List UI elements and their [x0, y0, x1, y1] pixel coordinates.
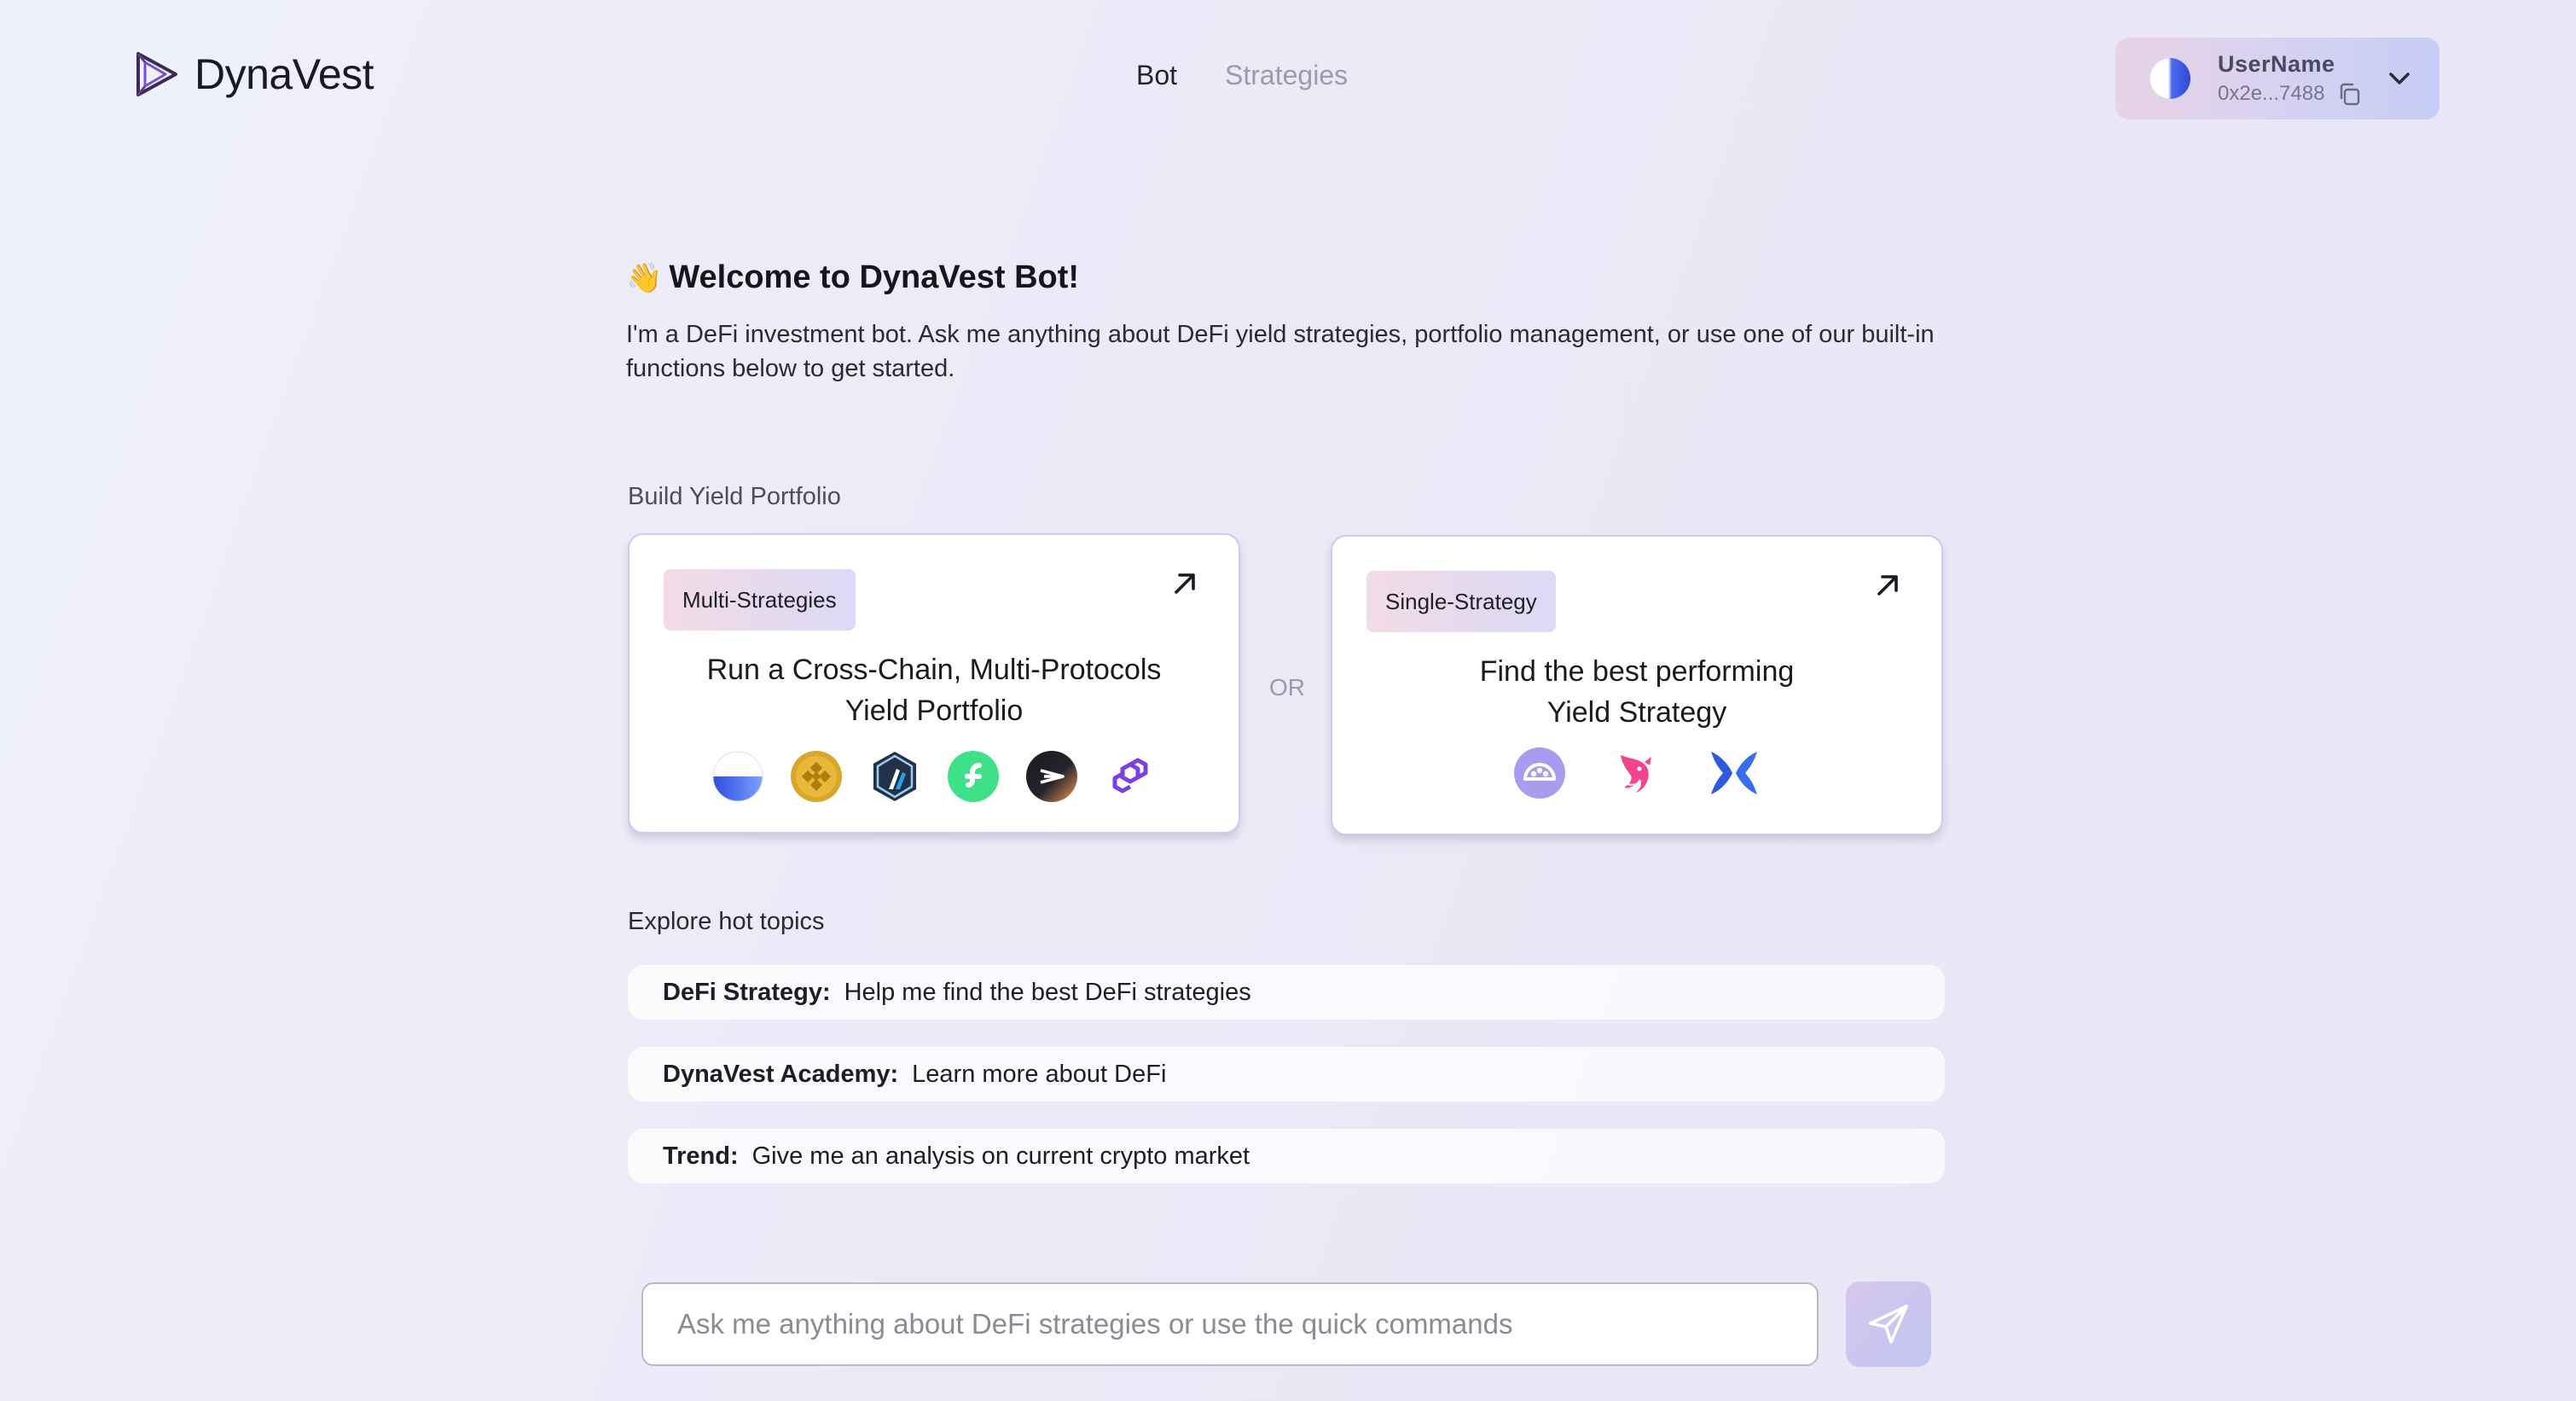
topic-text: Help me find the best DeFi strategies — [844, 978, 1251, 1006]
chat-input[interactable] — [641, 1282, 1819, 1366]
multi-strategies-title: Run a Cross-Chain, Multi-Protocols Yield… — [629, 649, 1239, 731]
arrow-up-right-icon — [1170, 569, 1199, 598]
arrow-up-right-icon — [1873, 571, 1902, 600]
main-nav: Bot Strategies — [1136, 60, 1348, 91]
multi-strategies-title-line1: Run a Cross-Chain, Multi-Protocols — [706, 654, 1162, 686]
topic-text: Learn more about DeFi — [912, 1060, 1167, 1088]
send-button[interactable] — [1846, 1282, 1931, 1367]
logo-icon — [133, 50, 181, 98]
base-icon — [711, 750, 764, 803]
chain-icons — [629, 750, 1239, 803]
logo-text: DynaVest — [194, 50, 374, 98]
single-strategy-title-line1: Find the best performing — [1479, 655, 1795, 688]
bnb-icon — [790, 750, 843, 803]
app-page: DynaVest Bot Strategies UserName 0x2e...… — [0, 0, 2576, 1401]
polygon-icon — [1104, 750, 1157, 803]
topic-text: Give me an analysis on current crypto ma… — [751, 1142, 1250, 1170]
camelot-icon — [1513, 747, 1566, 799]
welcome-heading: 👋 Welcome to DynaVest Bot! — [626, 259, 1079, 296]
logo[interactable]: DynaVest — [133, 49, 374, 99]
or-divider: OR — [1269, 674, 1305, 700]
protocol-icons — [1332, 747, 1941, 799]
topic-key: Trend: — [663, 1142, 739, 1170]
welcome-description: I'm a DeFi investment bot. Ask me anythi… — [626, 321, 1935, 382]
user-info: UserName 0x2e...7488 — [2218, 51, 2362, 107]
topic-trend[interactable]: Trend: Give me an analysis on current cr… — [628, 1129, 1945, 1183]
nav-strategies[interactable]: Strategies — [1225, 60, 1348, 91]
single-strategy-title-line2: Yield Strategy — [1546, 696, 1727, 729]
topic-key: DynaVest Academy: — [663, 1060, 899, 1088]
single-strategy-title: Find the best performing Yield Strategy — [1332, 651, 1941, 733]
send-icon — [1865, 1301, 1912, 1347]
waving-hand-icon: 👋 — [626, 260, 663, 295]
uniswap-icon — [1610, 747, 1663, 799]
user-account-menu[interactable]: UserName 0x2e...7488 — [2115, 38, 2440, 119]
celo-icon — [1025, 750, 1078, 803]
topics-section-label: Explore hot topics — [628, 908, 825, 935]
avatar — [2150, 58, 2190, 99]
multi-strategies-title-line2: Yield Portfolio — [844, 695, 1024, 727]
wallet-address: 0x2e...7488 — [2218, 81, 2325, 105]
topic-key: DeFi Strategy: — [663, 978, 831, 1006]
nav-bot[interactable]: Bot — [1136, 60, 1177, 91]
butterfly-icon — [1708, 747, 1761, 799]
copy-icon[interactable] — [2336, 81, 2362, 107]
multi-strategies-badge: Multi-Strategies — [664, 569, 856, 631]
user-name: UserName — [2218, 50, 2335, 77]
multi-strategies-card[interactable]: Multi-Strategies Run a Cross-Chain, Mult… — [628, 533, 1240, 834]
user-address-row: 0x2e...7488 — [2218, 81, 2362, 107]
single-strategy-badge: Single-Strategy — [1366, 571, 1556, 632]
welcome-title: Welcome to DynaVest Bot! — [669, 259, 1080, 295]
chevron-down-icon[interactable] — [2387, 67, 2412, 90]
single-strategy-card[interactable]: Single-Strategy Find the best performing… — [1331, 535, 1943, 835]
flow-icon — [947, 750, 1000, 803]
topic-defi-strategy[interactable]: DeFi Strategy: Help me find the best DeF… — [628, 965, 1945, 1020]
topic-dynavest-academy[interactable]: DynaVest Academy: Learn more about DeFi — [628, 1047, 1945, 1102]
arbitrum-icon — [868, 750, 921, 803]
portfolio-section-label: Build Yield Portfolio — [628, 483, 841, 510]
